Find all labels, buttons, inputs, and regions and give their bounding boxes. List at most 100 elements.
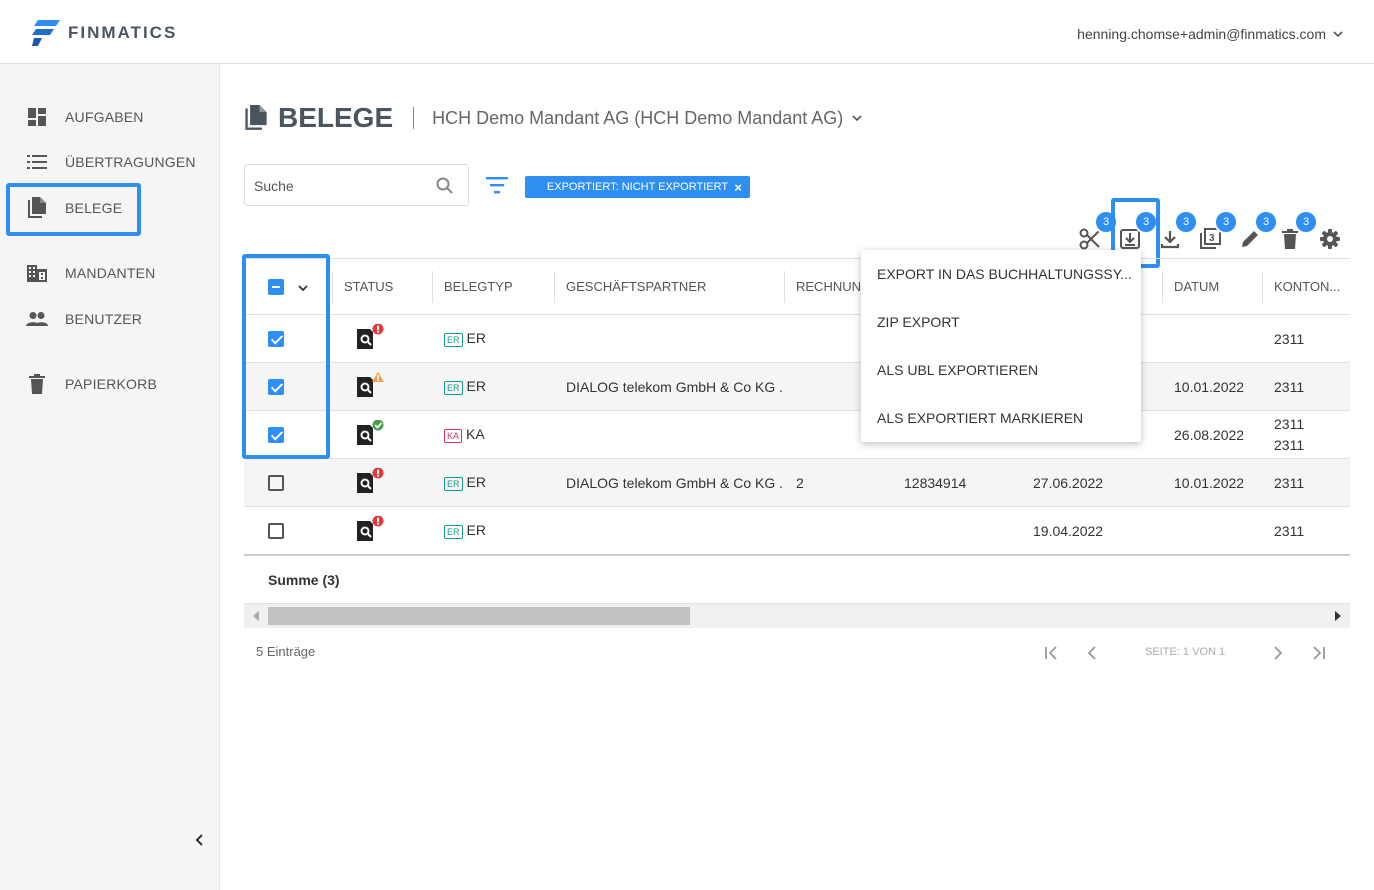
- previous-page-icon[interactable]: [1086, 646, 1098, 660]
- type-label: ER: [466, 330, 486, 347]
- last-page-icon[interactable]: [1310, 646, 1326, 660]
- svg-text:3: 3: [1209, 233, 1215, 244]
- sidebar-item-uebertragungen[interactable]: ÜBERTRAGUNGEN: [0, 142, 220, 182]
- dashboard-icon: [26, 106, 48, 128]
- datum1-cell: 27.06.2022: [1021, 458, 1162, 507]
- sidebar-item-label: BENUTZER: [65, 311, 143, 327]
- status-error-icon: [356, 515, 386, 542]
- konto-value: 2311: [1274, 415, 1305, 432]
- column-header-belegtyp[interactable]: BELEGTYP: [432, 258, 554, 315]
- selection-count-badge: 3: [1214, 210, 1238, 234]
- sidebar-item-label: PAPIERKORB: [65, 376, 157, 392]
- summary-row: Summe (3): [244, 556, 1350, 604]
- table-row[interactable]: KA KA 26.08.2022 2311 2311: [244, 410, 1350, 459]
- menu-item-zip-export[interactable]: ZIP EXPORT: [877, 314, 960, 330]
- type-tag: ER: [444, 332, 463, 347]
- page-header: BELEGE HCH Demo Mandant AG (HCH Demo Man…: [244, 100, 863, 136]
- sidebar-item-aufgaben[interactable]: AUFGABEN: [0, 97, 220, 137]
- sidebar-item-papierkorb[interactable]: PAPIERKORB: [0, 364, 220, 404]
- menu-item-ubl-export[interactable]: ALS UBL EXPORTIEREN: [877, 362, 1038, 378]
- rechnung-cell: [784, 506, 892, 555]
- horizontal-scrollbar[interactable]: [244, 604, 1350, 628]
- selection-count-badge: 3: [1254, 210, 1278, 234]
- search-icon[interactable]: [436, 177, 454, 195]
- next-page-icon[interactable]: [1272, 646, 1284, 660]
- edit-icon: [1242, 231, 1258, 247]
- user-menu[interactable]: henning.chomse+admin@finmatics.com: [1077, 26, 1344, 42]
- page-title: BELEGE: [278, 102, 394, 133]
- user-email: henning.chomse+admin@finmatics.com: [1077, 26, 1326, 42]
- datum-cell: 10.01.2022: [1162, 362, 1262, 411]
- sidebar-item-label: MANDANTEN: [65, 265, 156, 281]
- type-tag: ER: [444, 380, 463, 395]
- row-checkbox[interactable]: [268, 523, 284, 540]
- belege-highlight-box: [6, 183, 141, 236]
- sidebar: AUFGABEN ÜBERTRAGUNGEN BELEGE MANDANTEN …: [0, 64, 220, 890]
- type-tag: ER: [444, 476, 463, 491]
- partner-cell: [554, 506, 784, 555]
- collapse-sidebar-icon[interactable]: [192, 832, 208, 848]
- status-warning-icon: [356, 372, 386, 398]
- row-checkbox[interactable]: [268, 475, 284, 492]
- filter-chip-label: EXPORTIERT: NICHT EXPORTIERT: [546, 181, 729, 193]
- type-label: KA: [466, 426, 485, 443]
- mandant-selector[interactable]: HCH Demo Mandant AG (HCH Demo Mandant AG…: [432, 108, 843, 129]
- chevron-down-icon[interactable]: [851, 114, 863, 122]
- scrollbar-thumb[interactable]: [268, 607, 690, 625]
- datum-cell: 26.08.2022: [1162, 410, 1262, 459]
- settings-button[interactable]: [1317, 226, 1343, 252]
- filter-chip[interactable]: EXPORTIERT: NICHT EXPORTIERT ×: [525, 176, 750, 198]
- status-error-icon: [356, 467, 386, 494]
- sidebar-item-mandanten[interactable]: MANDANTEN: [0, 253, 220, 293]
- download-icon: [1160, 231, 1180, 249]
- konto-cell: 2311: [1262, 362, 1350, 411]
- delete-icon: [1282, 229, 1298, 249]
- betrag-cell: 12834914: [892, 458, 1021, 507]
- sidebar-item-benutzer[interactable]: BENUTZER: [0, 299, 220, 339]
- brand-name: FINMATICS: [68, 23, 178, 42]
- table-row[interactable]: ER ER 2311: [244, 314, 1350, 363]
- column-header-geschaeftspartner[interactable]: GESCHÄFTSPARTNER: [554, 258, 784, 315]
- betrag-cell: [892, 506, 1021, 555]
- filter-icon[interactable]: [486, 176, 508, 194]
- datum-cell: 10.01.2022: [1162, 458, 1262, 507]
- column-header-konto[interactable]: KONTON...: [1262, 258, 1350, 315]
- chevron-down-icon: [1333, 31, 1343, 38]
- first-page-icon[interactable]: [1044, 646, 1060, 660]
- konto-value: 2311: [1274, 436, 1305, 453]
- konto-cell: 2311: [1262, 506, 1350, 555]
- close-icon[interactable]: ×: [734, 180, 742, 195]
- partner-cell: DIALOG telekom GmbH & Co KG ...: [554, 362, 784, 411]
- type-label: ER: [466, 474, 486, 491]
- main-content: BELEGE HCH Demo Mandant AG (HCH Demo Man…: [220, 64, 1374, 890]
- type-tag: ER: [444, 524, 463, 539]
- table-row[interactable]: ER ER DIALOG telekom GmbH & Co KG ... 10.…: [244, 362, 1350, 411]
- sidebar-item-label: ÜBERTRAGUNGEN: [65, 154, 196, 170]
- trash-icon: [26, 373, 48, 395]
- datum-cell: [1162, 314, 1262, 363]
- sidebar-item-label: AUFGABEN: [65, 109, 144, 125]
- top-bar: FINMATICS henning.chomse+admin@finmatics…: [0, 0, 1374, 64]
- column-header-status[interactable]: STATUS: [332, 258, 432, 315]
- column-header-datum[interactable]: DATUM: [1162, 258, 1262, 315]
- search-input[interactable]: [254, 175, 424, 197]
- list-icon: [26, 151, 48, 173]
- datum-cell: [1162, 506, 1262, 555]
- scroll-right-icon[interactable]: [1334, 611, 1342, 621]
- title-divider: [413, 107, 415, 129]
- table-row[interactable]: ER ER 19.04.2022 2311: [244, 506, 1350, 555]
- search-box: [244, 164, 469, 206]
- scroll-left-icon[interactable]: [252, 611, 260, 621]
- status-ok-icon: [356, 419, 386, 446]
- gear-icon: [1320, 229, 1340, 249]
- finmatics-logo[interactable]: FINMATICS: [32, 20, 177, 46]
- table-row[interactable]: ER ER DIALOG telekom GmbH & Co KG ... 2 1…: [244, 458, 1350, 507]
- type-label: ER: [466, 378, 486, 395]
- menu-item-mark-exported[interactable]: ALS EXPORTIERT MARKIEREN: [877, 410, 1083, 426]
- people-icon: [26, 308, 48, 330]
- konto-cell: 2311: [1262, 458, 1350, 507]
- building-icon: [26, 262, 48, 284]
- konto-cell: 2311 2311: [1262, 410, 1350, 459]
- rechnung-cell: 2: [784, 458, 892, 507]
- menu-item-export-buchhaltung[interactable]: EXPORT IN DAS BUCHHALTUNGSSY...: [877, 266, 1132, 282]
